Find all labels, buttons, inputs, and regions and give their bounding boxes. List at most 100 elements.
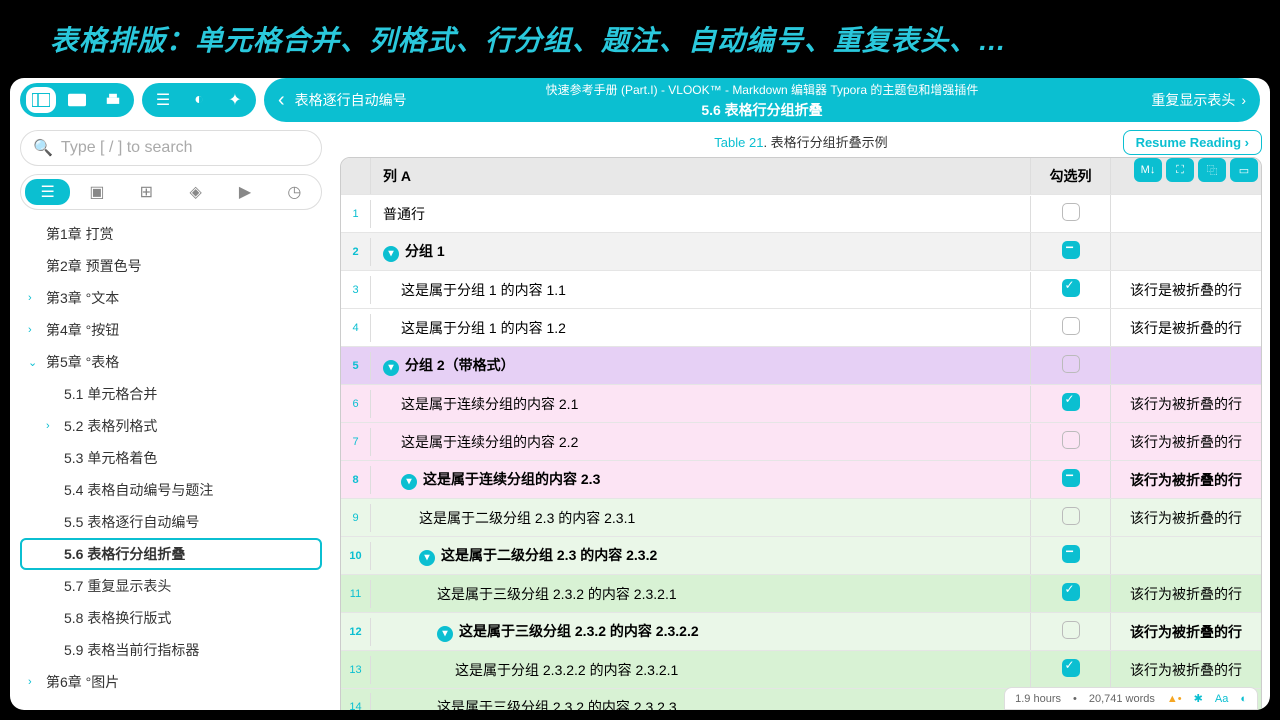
cell-text: 这是属于分组 1 的内容 1.1 (401, 282, 566, 298)
table-row: 5 ▾ 分组 2（带格式） (341, 346, 1261, 384)
nav-item[interactable]: 5.4 表格自动编号与题注 (20, 474, 322, 506)
tool-copy-icon[interactable]: ⿻ (1198, 158, 1226, 182)
breadcrumb-next[interactable]: 重复显示表头› (1151, 90, 1246, 110)
nav-item[interactable]: ›第6章 °图片 (20, 666, 322, 698)
checkbox[interactable] (1062, 621, 1080, 639)
card-view-button[interactable] (62, 87, 92, 113)
chevron-icon: ⌄ (28, 356, 37, 369)
resume-reading-button[interactable]: Resume Reading › (1123, 130, 1262, 155)
chevron-icon: › (28, 676, 32, 688)
cell-a: 这是属于分组 1 的内容 1.1 (371, 272, 1031, 308)
cell-check (1031, 271, 1111, 308)
cell-a: ▾ 这是属于连续分组的内容 2.3 (371, 461, 1031, 498)
checkbox[interactable] (1062, 545, 1080, 563)
cell-note (1111, 358, 1261, 374)
section-title: 5.6 表格行分组折叠 (546, 100, 979, 120)
breadcrumb-center: 快速参考手册 (Part.I) - VLOOK™ - Markdown 编辑器 … (546, 81, 979, 120)
nav-item[interactable]: 第2章 预置色号 (20, 250, 322, 282)
nav-label: 5.5 表格逐行自动编号 (64, 512, 199, 532)
nav-label: 第2章 预置色号 (46, 256, 142, 276)
doc-title: 快速参考手册 (Part.I) - VLOOK™ - Markdown 编辑器 … (546, 81, 979, 98)
cell-text: 这是属于连续分组的内容 2.3 (423, 471, 600, 487)
breadcrumb-prev[interactable]: 表格逐行自动编号 (295, 90, 407, 110)
cell-check (1031, 575, 1111, 612)
nav-item[interactable]: 5.9 表格当前行指标器 (20, 634, 322, 666)
cell-text: 这是属于分组 1 的内容 1.2 (401, 320, 566, 336)
nav-label: 5.7 重复显示表头 (64, 576, 171, 596)
checkbox[interactable] (1062, 507, 1080, 525)
search-placeholder: Type [ / ] to search (61, 139, 193, 157)
chevron-icon: › (28, 292, 32, 304)
magic-icon[interactable]: ✦ (220, 87, 250, 113)
nav-item[interactable]: 5.6 表格行分组折叠 (20, 538, 322, 570)
breadcrumb: ‹ 表格逐行自动编号 快速参考手册 (Part.I) - VLOOK™ - Ma… (264, 78, 1260, 122)
toggle-icon[interactable]: ▾ (401, 474, 417, 490)
nav-item[interactable]: 5.8 表格换行版式 (20, 602, 322, 634)
checkbox[interactable] (1062, 431, 1080, 449)
nav-item[interactable]: ›第3章 °文本 (20, 282, 322, 314)
nav-item[interactable]: ›第7章 °图片#魔法 (20, 698, 322, 702)
contrast-icon[interactable]: ◐ (1240, 693, 1247, 705)
nav-item[interactable]: 5.5 表格逐行自动编号 (20, 506, 322, 538)
checkbox[interactable] (1062, 355, 1080, 373)
cell-a: ▾这是属于三级分组 2.3.2 的内容 2.3.2.2 (371, 613, 1031, 650)
tool-expand-icon[interactable]: ⛶ (1166, 158, 1194, 182)
nav-item[interactable]: 5.1 单元格合并 (20, 378, 322, 410)
checkbox[interactable] (1062, 659, 1080, 677)
chevron-icon: › (46, 420, 50, 432)
cell-text: 分组 2（带格式） (405, 357, 515, 373)
cell-check (1031, 461, 1111, 498)
list-icon[interactable]: ☰ (148, 87, 178, 113)
print-button[interactable] (98, 87, 128, 113)
search-input[interactable]: 🔍 Type [ / ] to search (20, 130, 322, 166)
toggle-icon[interactable]: ▾ (383, 360, 399, 376)
cell-note: 该行是被折叠的行 (1111, 272, 1261, 308)
cell-a: ▾这是属于二级分组 2.3 的内容 2.3.2 (371, 537, 1031, 574)
warning-icon[interactable]: ▲• (1167, 693, 1182, 705)
table-row: 7这是属于连续分组的内容 2.2该行为被折叠的行 (341, 422, 1261, 460)
row-number: 5 (341, 352, 371, 380)
filter-code-icon[interactable]: ◈ (173, 179, 218, 205)
checkbox[interactable] (1062, 317, 1080, 335)
nav-item[interactable]: 5.7 重复显示表头 (20, 570, 322, 602)
cell-a: 这是属于二级分组 2.3 的内容 2.3.1 (371, 500, 1031, 536)
row-number: 2 (341, 238, 371, 266)
nav-item[interactable]: 第1章 打赏 (20, 218, 322, 250)
tool-md-icon[interactable]: M↓ (1134, 158, 1162, 182)
filter-table-icon[interactable]: ⊞ (124, 179, 169, 205)
nav-item[interactable]: ⌄第5章 °表格 (20, 346, 322, 378)
cell-a: 这是属于三级分组 2.3.2 的内容 2.3.2.1 (371, 576, 1031, 612)
filter-history-icon[interactable]: ◷ (272, 179, 317, 205)
filter-media-icon[interactable]: ▶ (222, 179, 267, 205)
checkbox[interactable] (1062, 393, 1080, 411)
checkbox[interactable] (1062, 279, 1080, 297)
checkbox[interactable] (1062, 203, 1080, 221)
toolbar: ☰ ◐ ✦ ‹ 表格逐行自动编号 快速参考手册 (Part.I) - VLOOK… (10, 78, 1270, 122)
nav-label: 5.9 表格当前行指标器 (64, 640, 199, 660)
nav-label: 5.2 表格列格式 (64, 416, 157, 436)
cell-note: 该行为被折叠的行 (1111, 424, 1261, 460)
nav-label: 第4章 °按钮 (46, 320, 119, 340)
checkbox[interactable] (1062, 241, 1080, 259)
search-icon: 🔍 (33, 138, 53, 158)
filter-list-icon[interactable]: ☰ (25, 179, 70, 205)
checkbox[interactable] (1062, 583, 1080, 601)
nav-toggle-button[interactable] (26, 87, 56, 113)
checkbox[interactable] (1062, 469, 1080, 487)
back-button[interactable]: ‹ (278, 89, 285, 112)
toggle-icon[interactable]: ▾ (437, 626, 453, 642)
link-icon[interactable]: ✱ (1194, 692, 1203, 705)
font-icon[interactable]: Aa (1215, 693, 1228, 705)
toggle-icon[interactable]: ▾ (383, 246, 399, 262)
filter-image-icon[interactable]: ▣ (74, 179, 119, 205)
tool-screen-icon[interactable]: ▭ (1230, 158, 1258, 182)
nav-label: 第1章 打赏 (46, 224, 114, 244)
toggle-icon[interactable]: ▾ (419, 550, 435, 566)
nav-item[interactable]: 5.3 单元格着色 (20, 442, 322, 474)
nav-item[interactable]: ›第4章 °按钮 (20, 314, 322, 346)
nav-item[interactable]: › 5.2 表格列格式 (20, 410, 322, 442)
cell-a: 这是属于分组 1 的内容 1.2 (371, 310, 1031, 346)
theme-icon[interactable]: ◐ (184, 87, 214, 113)
cell-check (1031, 309, 1111, 346)
cell-note: 该行为被折叠的行 (1111, 462, 1261, 498)
